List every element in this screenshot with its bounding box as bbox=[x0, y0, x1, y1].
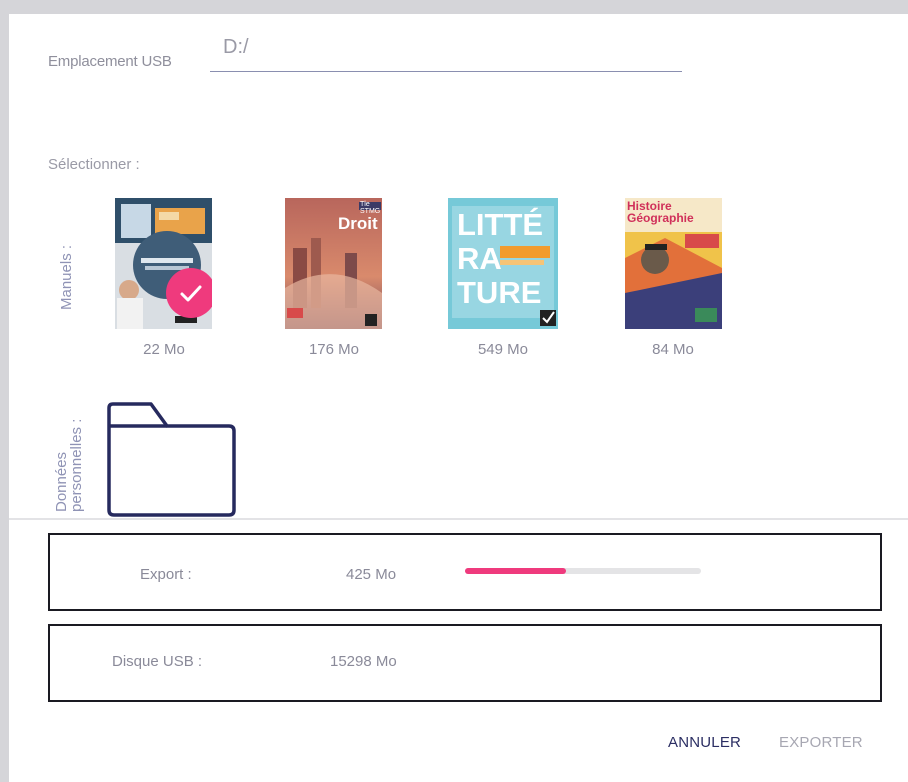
usb-disk-space: 15298 Mo bbox=[330, 653, 397, 670]
export-progress-fill bbox=[465, 568, 567, 574]
export-button[interactable]: EXPORTER bbox=[779, 734, 863, 751]
book-size-3: 549 Mo bbox=[477, 341, 529, 358]
book-cover-4-title: Histoire Géographie bbox=[627, 199, 694, 225]
personal-data-label: Données personnelles : bbox=[53, 418, 85, 512]
book-cover-1[interactable] bbox=[115, 198, 212, 329]
book-size-2: 176 Mo bbox=[308, 341, 360, 358]
personal-data-label-line2: personnelles : bbox=[68, 418, 85, 512]
select-label: Sélectionner : bbox=[48, 156, 140, 173]
usb-location-label: Emplacement USB bbox=[48, 53, 172, 70]
check-icon bbox=[166, 268, 212, 318]
personal-data-label-line1: Données bbox=[53, 451, 70, 512]
window-frame-left bbox=[0, 0, 9, 782]
book-cover-3-title: LITTÉ RA TURE bbox=[457, 207, 544, 310]
export-progress-bar bbox=[465, 568, 701, 574]
export-summary-box: Export : 425 Mo bbox=[48, 533, 882, 611]
window-frame-top bbox=[0, 0, 908, 14]
book-cover-2[interactable]: Droit Tle STMG bbox=[285, 198, 382, 329]
manuels-label: Manuels : bbox=[58, 244, 75, 310]
usb-disk-label: Disque USB : bbox=[112, 653, 203, 670]
book-cover-3[interactable]: LITTÉ RA TURE bbox=[448, 198, 558, 329]
export-label: Export : bbox=[140, 566, 192, 583]
book-size-1: 22 Mo bbox=[143, 341, 185, 358]
book-cover-2-badge: Tle STMG bbox=[360, 201, 381, 215]
section-divider bbox=[9, 518, 908, 520]
usb-location-input[interactable]: D:/ bbox=[223, 36, 249, 59]
book-cover-2-title: Droit bbox=[338, 214, 378, 233]
usb-location-underline bbox=[210, 71, 682, 72]
cancel-button[interactable]: ANNULER bbox=[668, 734, 741, 751]
export-size: 425 Mo bbox=[346, 566, 397, 583]
folder-icon[interactable] bbox=[105, 400, 238, 520]
usb-disk-box: Disque USB : 15298 Mo bbox=[48, 624, 882, 702]
book-cover-4[interactable]: Histoire Géographie bbox=[625, 198, 722, 329]
book-size-4: 84 Mo bbox=[652, 341, 694, 358]
